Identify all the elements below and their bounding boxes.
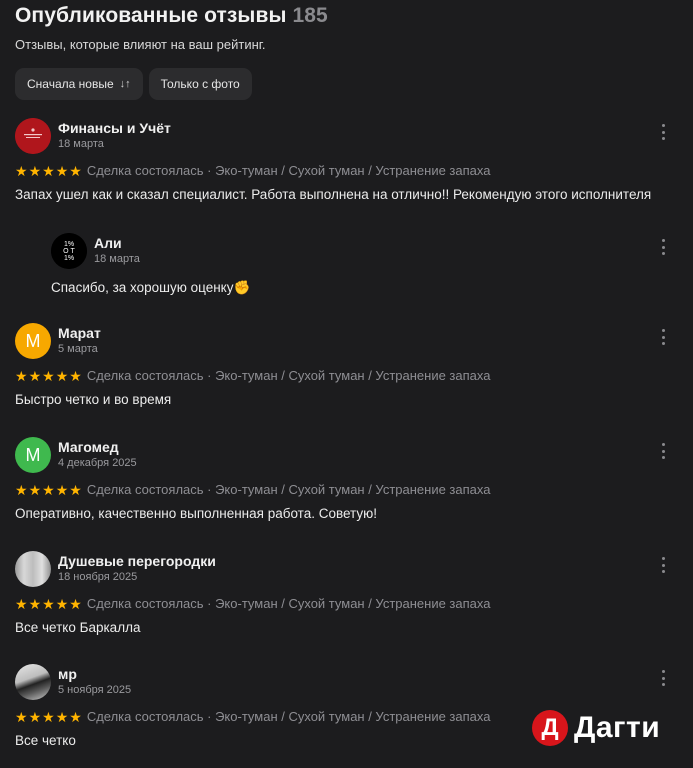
page-subtitle: Отзывы, которые влияют на ваш рейтинг. [15,37,266,52]
filter-bar: Сначала новые ↓↑ Только с фото [15,68,252,100]
star-icon: ★ [55,481,69,498]
review-text: Оперативно, качественно выполненная рабо… [15,506,378,521]
more-options-icon[interactable] [662,239,666,255]
review-text: Быстро четко и во время [15,392,172,407]
avatar[interactable]: 1% О Т 1% [51,233,87,269]
deal-info: Сделка состоялась · Эко-туман / Сухой ту… [86,163,491,178]
deal-info: Сделка состоялась · Эко-туман / Сухой ту… [86,368,491,383]
more-options-icon[interactable] [662,443,666,459]
review-text: Все четко Баркалла [15,620,141,635]
svg-text:О Т: О Т [63,248,75,255]
review-card: М Магомед 4 декабря 2025 ★ ★ ★ ★ ★ Сделка со… [15,437,678,524]
star-icon: ★ [15,367,28,384]
star-icon: ★ [69,595,82,612]
reply-logo-icon: 1% О Т 1% [51,233,87,269]
rating-stars: ★ ★ ★ ★ ★ [15,597,82,611]
star-icon: ★ [42,162,55,179]
svg-text:1%: 1% [64,255,74,262]
review-date: 18 марта [58,138,104,150]
star-icon: ★ [42,481,55,498]
star-icon: ★ [55,595,69,612]
star-icon: ★ [28,595,42,612]
reviewer-name[interactable]: мр [58,666,77,682]
star-icon: ★ [55,708,69,725]
photo-only-button[interactable]: Только с фото [148,68,252,100]
review-date: 5 ноября 2025 [58,684,132,696]
avatar[interactable] [15,551,51,587]
star-icon: ★ [28,708,42,725]
star-icon: ★ [55,367,69,384]
avatar-letter: М [25,444,41,465]
svg-text:1%: 1% [64,241,74,248]
star-icon: ★ [69,481,82,498]
more-options-icon[interactable] [662,124,666,140]
page-title: Опубликованные отзывы 185 [15,4,328,28]
review-card: М Марат 5 марта ★ ★ ★ ★ ★ Сделка состоялась … [15,323,678,410]
review-date: 5 марта [58,343,98,355]
star-icon: ★ [69,367,82,384]
sort-label: Сначала новые [27,77,114,91]
photo-filter-label: Только с фото [160,77,240,91]
rating-stars: ★ ★ ★ ★ ★ [15,710,82,724]
page-title-text: Опубликованные отзывы [15,4,287,27]
page-header: Опубликованные отзывы 185 Отзывы, которые… [15,4,328,52]
star-icon: ★ [69,708,82,725]
rating-stars: ★ ★ ★ ★ ★ [15,369,82,383]
dagti-logo: Д Дагти [532,710,660,746]
reviewer-name[interactable]: Финансы и Учёт [58,120,171,136]
review-date: 18 ноября 2025 [58,571,138,583]
sort-arrows-icon: ↓↑ [119,78,131,90]
deal-info: Сделка состоялась · Эко-туман / Сухой ту… [86,482,491,497]
star-icon: ★ [15,708,28,725]
star-icon: ★ [28,481,42,498]
reviewer-name[interactable]: Магомед [58,439,119,455]
reviewer-name[interactable]: Марат [58,325,101,341]
star-icon: ★ [69,162,82,179]
deal-info: Сделка состоялась · Эко-туман / Сухой ту… [86,596,491,611]
rating-stars: ★ ★ ★ ★ ★ [15,164,82,178]
more-options-icon[interactable] [662,329,666,345]
reviewer-name[interactable]: Душевые перегородки [58,553,216,569]
star-icon: ★ [28,367,42,384]
deal-info: Сделка состоялась · Эко-туман / Сухой ту… [86,709,491,724]
logo-badge: Д [532,710,568,746]
reply-text: Спасибо, за хорошую оценку✊ [51,280,251,295]
rating-stars: ★ ★ ★ ★ ★ [15,483,82,497]
avatar[interactable] [15,664,51,700]
review-count: 185 [292,4,328,27]
logo-text: Дагти [574,711,661,744]
review-text: Запах ушел как и сказал специалист. Рабо… [15,187,652,202]
review-card: Финансы и Учёт 18 марта ★ ★ ★ ★ ★ Сделка сос… [15,118,678,205]
company-logo-icon [15,118,51,154]
review-date: 4 декабря 2025 [58,457,137,469]
star-icon: ★ [55,162,69,179]
owner-reply: 1% О Т 1% Али 18 марта Спасибо, за хорош… [51,233,678,298]
avatar-letter: М [25,330,41,351]
star-icon: ★ [15,162,28,179]
review-card: Душевые перегородки 18 ноября 2025 ★ ★ ★ ★ ★… [15,551,678,638]
more-options-icon[interactable] [662,557,666,573]
star-icon: ★ [42,708,55,725]
avatar[interactable] [15,118,51,154]
reply-date: 18 марта [94,253,140,265]
star-icon: ★ [28,162,42,179]
star-icon: ★ [15,481,28,498]
star-icon: ★ [42,367,55,384]
star-icon: ★ [15,595,28,612]
avatar[interactable]: М [15,323,51,359]
avatar[interactable]: М [15,437,51,473]
star-icon: ★ [42,595,55,612]
more-options-icon[interactable] [662,670,666,686]
sort-newest-button[interactable]: Сначала новые ↓↑ [15,68,143,100]
reply-author[interactable]: Али [94,235,122,251]
